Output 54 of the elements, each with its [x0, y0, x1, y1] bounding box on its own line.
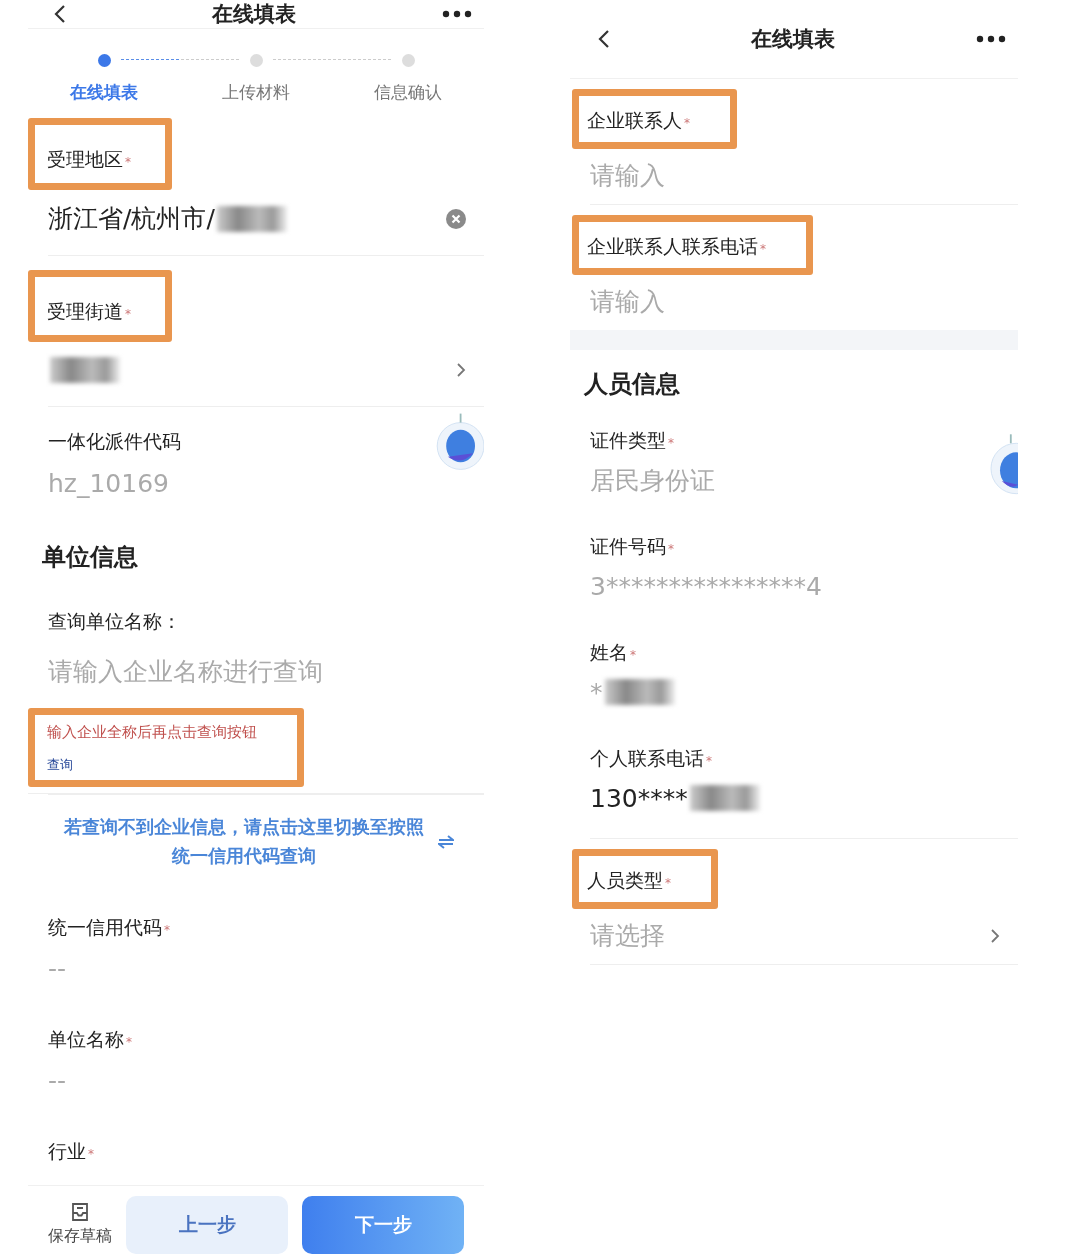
step-tab[interactable]: 在线填表 — [70, 81, 138, 104]
more-icon[interactable] — [976, 35, 1006, 43]
required-mark: * — [668, 542, 674, 556]
field-label: 证件类型 — [590, 428, 666, 453]
step-tab[interactable]: 上传材料 — [222, 81, 290, 104]
required-mark: * — [164, 922, 170, 937]
page-title: 在线填表 — [751, 26, 835, 53]
save-draft-button[interactable]: 保存草稿 — [48, 1226, 112, 1248]
input-field[interactable]: 请选择 — [590, 919, 665, 952]
required-mark: * — [665, 876, 671, 890]
required-mark: * — [125, 307, 131, 321]
required-mark: * — [630, 648, 636, 662]
required-mark: * — [126, 1034, 132, 1049]
back-icon[interactable] — [54, 4, 66, 24]
step-tab[interactable]: 信息确认 — [374, 81, 442, 104]
field-value[interactable]: 浙江省/杭州市/ — [48, 202, 215, 235]
field-label: 个人联系电话 — [590, 746, 704, 771]
more-icon[interactable] — [442, 10, 472, 18]
swap-icon[interactable] — [438, 834, 454, 849]
previous-button[interactable]: 上一步 — [126, 1195, 288, 1254]
required-mark: * — [760, 242, 766, 256]
field-label: 人员类型 — [587, 868, 663, 893]
required-mark: * — [125, 155, 131, 169]
field-label: 企业联系人 — [587, 108, 682, 133]
field-label: 受理地区 — [47, 147, 123, 172]
back-icon[interactable] — [598, 29, 610, 49]
required-mark: * — [88, 1146, 94, 1161]
required-mark: * — [668, 436, 674, 450]
hint-text: 输入企业全称后再点击查询按钮 — [47, 723, 257, 742]
switch-query-link[interactable]: 若查询不到企业信息，请点击这里切换至按照统一信用代码查询 — [64, 813, 424, 871]
field-value[interactable]: 130**** — [590, 783, 688, 813]
search-field[interactable]: 请输入企业名称进行查询 — [48, 655, 466, 688]
field-label: 证件号码 — [590, 534, 666, 559]
field-label: 姓名 — [590, 640, 628, 665]
section-title: 单位信息 — [42, 543, 138, 571]
field-label: 查询单位名称： — [48, 609, 182, 634]
chevron-icon[interactable] — [456, 362, 466, 378]
inbox-icon[interactable] — [70, 1202, 90, 1223]
field-label: 一体化派件代码 — [48, 429, 181, 454]
clear-icon[interactable] — [446, 208, 466, 229]
required-mark: * — [706, 754, 712, 768]
section-title: 人员信息 — [584, 370, 680, 398]
input-field[interactable]: 请输入 — [590, 285, 665, 318]
field-label: 统一信用代码 — [48, 914, 162, 940]
chevron-icon[interactable] — [990, 927, 1000, 944]
field-label: 受理街道 — [47, 299, 123, 324]
field-label: 行业 — [48, 1138, 86, 1164]
next-button[interactable]: 下一步 — [302, 1195, 464, 1254]
required-mark: * — [684, 116, 690, 130]
query-link[interactable]: 查询 — [47, 756, 257, 774]
field-label: 单位名称 — [48, 1026, 124, 1052]
page-title: 在线填表 — [212, 1, 296, 28]
field-label: 企业联系人联系电话 — [587, 234, 758, 259]
input-field[interactable]: 请输入 — [590, 159, 665, 192]
